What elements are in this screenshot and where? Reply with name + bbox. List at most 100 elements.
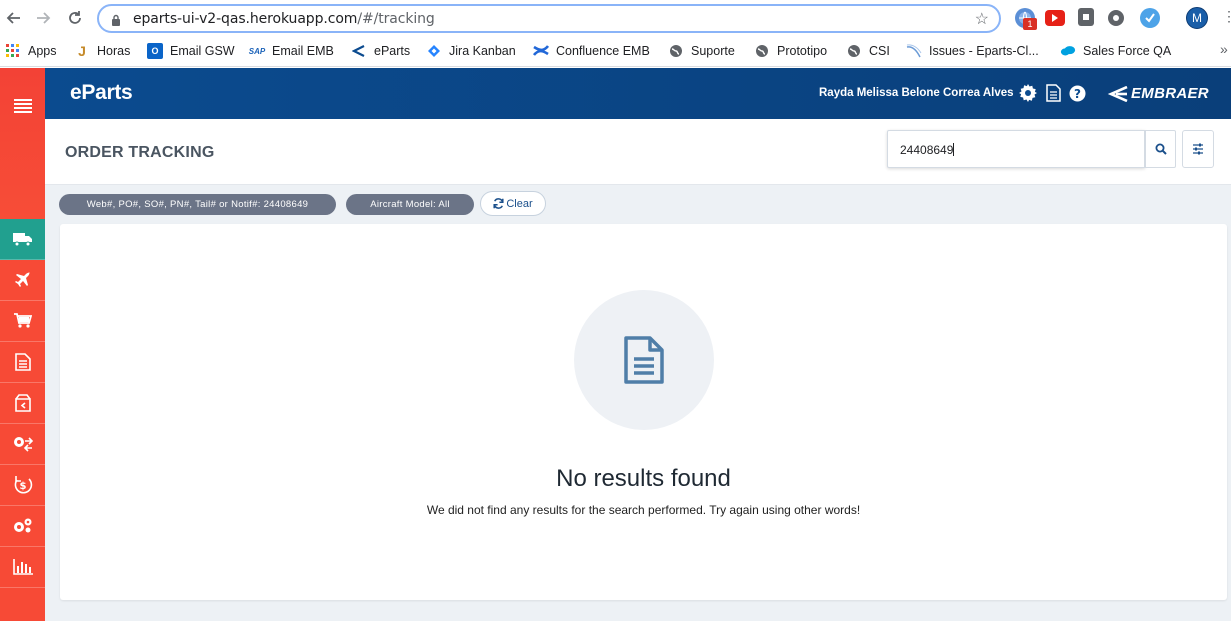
bookmark-label: Suporte — [691, 44, 735, 58]
lock-icon — [111, 13, 121, 31]
browser-toolbar: eparts-ui-v2-qas.herokuapp.com/#/trackin… — [0, 0, 1231, 36]
box-return-icon — [14, 394, 31, 412]
bookmark-eparts[interactable]: eParts — [351, 42, 410, 60]
clear-label: Clear — [506, 197, 533, 210]
globe-icon — [754, 43, 770, 59]
url-text: eparts-ui-v2-qas.herokuapp.com/#/trackin… — [133, 11, 435, 27]
gears-icon — [13, 518, 31, 533]
bookmark-apps[interactable]: Apps — [5, 42, 57, 60]
embraer-icon — [351, 43, 367, 59]
help-icon[interactable]: ? — [1067, 83, 1087, 103]
bookmark-email-gsw[interactable]: O Email GSW — [147, 42, 235, 60]
sidebar-item-documents[interactable] — [0, 342, 45, 383]
extension-badge: 1 — [1023, 18, 1037, 30]
address-bar[interactable]: eparts-ui-v2-qas.herokuapp.com/#/trackin… — [97, 4, 1001, 33]
bookmark-label: Issues - Eparts-Cl... — [929, 44, 1039, 58]
search-button[interactable] — [1145, 130, 1176, 168]
url-path: /#/tracking — [357, 11, 435, 27]
bookmark-label: CSI — [869, 44, 890, 58]
reload-icon[interactable] — [65, 8, 85, 28]
circle-extension-icon[interactable] — [1108, 10, 1124, 26]
bookmark-label: Email EMB — [272, 44, 334, 58]
horas-icon: J — [78, 43, 86, 59]
sidebar-item-cart[interactable] — [0, 301, 45, 342]
confluence-icon — [533, 43, 549, 59]
sidebar-item-reports[interactable] — [0, 547, 45, 588]
search-icon — [1155, 143, 1167, 155]
check-extension-icon[interactable] — [1140, 8, 1160, 28]
empty-state-illustration — [574, 290, 714, 430]
svg-text:$: $ — [19, 481, 26, 492]
bookmark-prototipo[interactable]: Prototipo — [754, 42, 827, 60]
sidebar-item-tracking[interactable] — [0, 219, 45, 260]
bookmark-jira[interactable]: Jira Kanban — [426, 42, 516, 60]
bookmark-label: Horas — [97, 44, 131, 58]
bookmark-star-icon[interactable]: ☆ — [975, 9, 989, 29]
url-host: eparts-ui-v2-qas.herokuapp.com — [133, 11, 358, 27]
bookmark-label: Email GSW — [170, 44, 235, 58]
bar-chart-icon — [12, 559, 33, 575]
salesforce-icon — [1060, 43, 1076, 59]
hamburger-icon — [13, 99, 32, 113]
cart-icon — [13, 313, 32, 328]
truck-icon — [12, 233, 32, 247]
svg-text:?: ? — [1074, 87, 1081, 101]
apps-grid-icon — [5, 43, 21, 59]
text-caret — [953, 143, 955, 156]
issues-icon — [906, 43, 922, 59]
sidebar-item-settings[interactable] — [0, 506, 45, 547]
filter-chip-aircraft-model[interactable]: Aircraft Model: All — [346, 194, 474, 215]
forward-icon[interactable] — [33, 8, 53, 28]
brand-logo[interactable]: eParts — [70, 81, 133, 105]
bookmark-label: eParts — [374, 44, 411, 58]
bookmark-issues[interactable]: Issues - Eparts-Cl... — [906, 42, 1039, 60]
sap-icon: SAP — [248, 46, 266, 56]
sidebar-item-finance[interactable]: $ — [0, 465, 45, 506]
document-icon — [14, 353, 31, 371]
clear-filters-button[interactable]: Clear — [480, 191, 546, 216]
outlook-icon: O — [147, 43, 163, 59]
embraer-logo-text: EMBRAER — [1131, 85, 1209, 102]
shield-extension-icon[interactable] — [1078, 8, 1094, 26]
sidebar: $ — [0, 68, 45, 621]
user-name[interactable]: Rayda Melissa Belone Correa Alves — [819, 87, 1014, 99]
search-input-value: 24408649 — [900, 143, 954, 157]
bookmark-salesforce[interactable]: Sales Force QA — [1060, 42, 1171, 60]
empty-state-description: We did not find any results for the sear… — [426, 503, 861, 517]
embraer-arrow-icon — [1107, 85, 1128, 102]
search-input[interactable]: 24408649 — [887, 130, 1145, 168]
bookmark-label: Apps — [28, 44, 57, 58]
empty-state-title: No results found — [556, 465, 731, 492]
document-list-icon[interactable] — [1043, 83, 1063, 103]
globe-icon — [668, 43, 684, 59]
dollar-refresh-icon: $ — [14, 476, 32, 494]
profile-avatar[interactable]: M — [1186, 7, 1208, 29]
bookmark-csi[interactable]: CSI — [846, 42, 890, 60]
bookmark-email-emb[interactable]: SAP Email EMB — [249, 42, 334, 60]
sidebar-item-returns[interactable] — [0, 383, 45, 424]
main-content: Web#, PO#, SO#, PN#, Tail# or Notif#: 24… — [45, 185, 1231, 621]
document-icon — [624, 336, 664, 384]
refresh-icon — [493, 198, 504, 209]
page-titlebar: ORDER TRACKING 24408649 — [45, 119, 1231, 185]
bookmark-label: Prototipo — [777, 44, 828, 58]
advanced-filter-button[interactable] — [1182, 130, 1214, 168]
browser-menu-icon[interactable]: ⋮ — [1222, 8, 1231, 25]
youtube-extension-icon[interactable] — [1045, 10, 1065, 26]
sidebar-menu-toggle[interactable] — [0, 68, 45, 219]
sidebar-item-exchange[interactable] — [0, 424, 45, 465]
globe-icon — [846, 43, 862, 59]
sidebar-item-flights[interactable] — [0, 260, 45, 301]
filter-chip-search[interactable]: Web#, PO#, SO#, PN#, Tail# or Notif#: 24… — [59, 194, 336, 215]
bookmark-horas[interactable]: J Horas — [74, 42, 130, 60]
app-header: eParts Rayda Melissa Belone Correa Alves… — [45, 68, 1231, 119]
bookmarks-overflow-icon[interactable]: » — [1220, 41, 1228, 57]
bookmark-suporte[interactable]: Suporte — [668, 42, 735, 60]
embraer-logo: EMBRAER — [1107, 85, 1209, 102]
exchange-icon — [13, 437, 33, 452]
settings-gear-icon[interactable] — [1018, 83, 1038, 103]
back-icon[interactable] — [4, 8, 24, 28]
bookmark-confluence[interactable]: Confluence EMB — [533, 42, 650, 60]
jira-icon — [426, 43, 442, 59]
bookmark-label: Confluence EMB — [556, 44, 650, 58]
